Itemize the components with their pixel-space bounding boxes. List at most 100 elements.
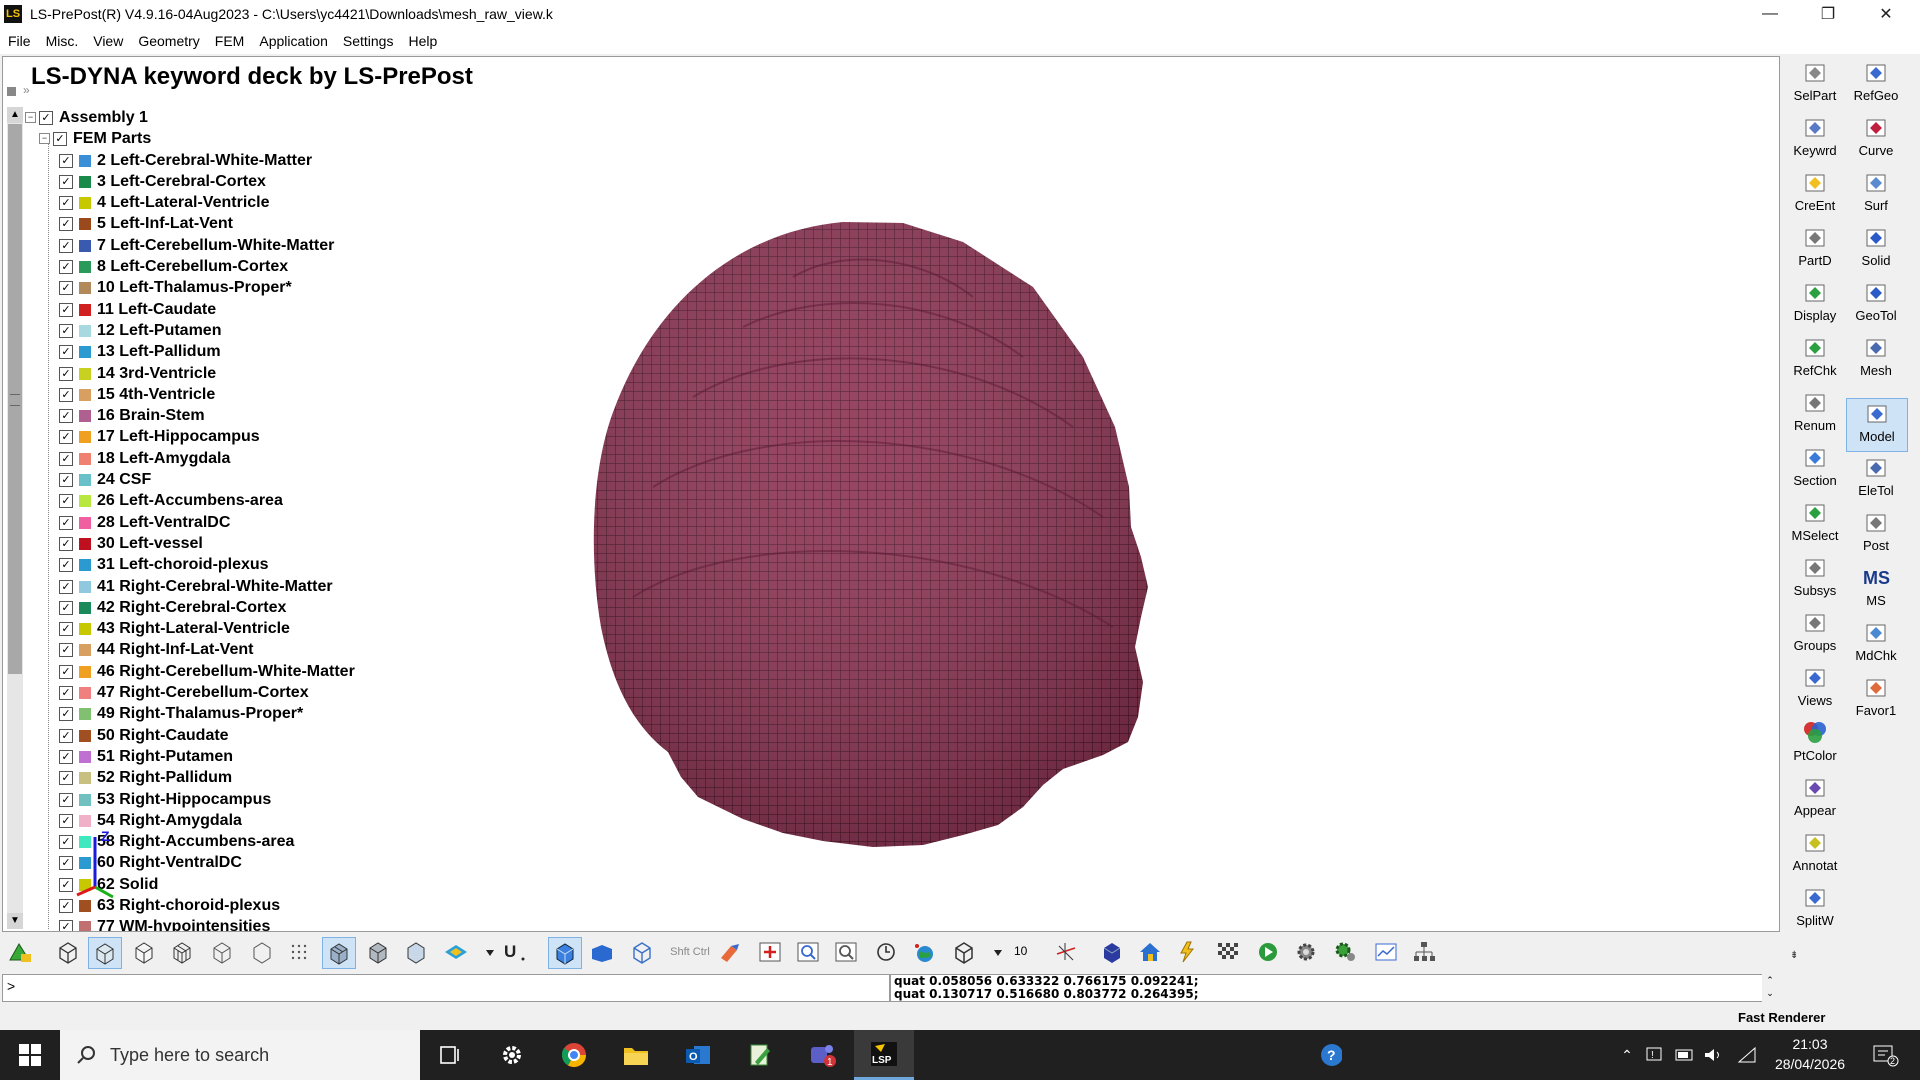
menu-fem[interactable]: FEM bbox=[207, 33, 252, 49]
tree-item-part[interactable]: ✓ 2 Left-Cerebral-White-Matter bbox=[59, 150, 312, 171]
scroll-up-arrow-icon[interactable]: ▲ bbox=[7, 107, 23, 123]
part-color-swatch[interactable] bbox=[79, 559, 91, 572]
solid-mesh-cube-icon[interactable] bbox=[362, 937, 394, 967]
part-color-swatch[interactable] bbox=[79, 708, 91, 721]
render-style-icon[interactable] bbox=[4, 937, 36, 967]
chrome-app[interactable] bbox=[544, 1030, 604, 1080]
green-gear-icon[interactable] bbox=[1330, 937, 1362, 967]
hidden-line-cube-icon[interactable] bbox=[128, 937, 160, 967]
part-color-swatch[interactable] bbox=[79, 601, 91, 614]
visibility-checkbox[interactable]: ✓ bbox=[59, 430, 73, 445]
tool-creent-button[interactable]: CreEnt bbox=[1785, 168, 1845, 220]
wire-box-icon[interactable] bbox=[626, 937, 658, 967]
blue-box-icon[interactable] bbox=[586, 937, 618, 967]
point-cloud-icon[interactable] bbox=[284, 937, 316, 967]
part-color-swatch[interactable] bbox=[79, 175, 91, 188]
menu-view[interactable]: View bbox=[85, 33, 130, 49]
visibility-checkbox[interactable]: ✓ bbox=[59, 536, 73, 551]
tree-item-part[interactable]: ✓ 7 Left-Cerebellum-White-Matter bbox=[59, 235, 334, 256]
tree-item-part[interactable]: ✓ 53 Right-Hippocampus bbox=[59, 789, 271, 810]
lsprepost-app[interactable]: LSP bbox=[854, 1030, 914, 1080]
command-input[interactable]: > bbox=[2, 974, 890, 1002]
tree-expander-icon[interactable]: − bbox=[39, 133, 50, 144]
tree-item-part[interactable]: ✓ 14 3rd-Ventricle bbox=[59, 363, 216, 384]
wireframe-cube-icon[interactable] bbox=[52, 937, 84, 967]
editor-app[interactable] bbox=[730, 1030, 790, 1080]
tool-annotat-button[interactable]: Annotat bbox=[1785, 828, 1845, 880]
visibility-checkbox[interactable]: ✓ bbox=[59, 707, 73, 722]
expand-arrows-icon[interactable]: » bbox=[23, 83, 30, 97]
tree-item-part[interactable]: ✓ 77 WM-hypointensities bbox=[59, 917, 270, 931]
part-color-swatch[interactable] bbox=[79, 665, 91, 678]
part-color-swatch[interactable] bbox=[79, 495, 91, 508]
visibility-checkbox[interactable]: ✓ bbox=[59, 622, 73, 637]
tool-splitw-button[interactable]: SplitW bbox=[1785, 883, 1845, 935]
visibility-checkbox[interactable]: ✓ bbox=[59, 579, 73, 594]
battery-icon[interactable] bbox=[1674, 1044, 1696, 1066]
globe-icon[interactable] bbox=[908, 937, 940, 967]
tree-item-part[interactable]: ✓ 11 Left-Caudate bbox=[59, 299, 216, 320]
part-color-swatch[interactable] bbox=[79, 814, 91, 827]
scroll-thumb[interactable] bbox=[8, 124, 22, 674]
part-color-swatch[interactable] bbox=[79, 644, 91, 657]
visibility-checkbox[interactable]: ✓ bbox=[59, 387, 73, 402]
tool-views-button[interactable]: Views bbox=[1785, 663, 1845, 715]
tree-item-part[interactable]: ✓ 46 Right-Cerebellum-White-Matter bbox=[59, 661, 355, 682]
tool-post-button[interactable]: Post bbox=[1846, 508, 1906, 560]
part-color-swatch[interactable] bbox=[79, 516, 91, 529]
feature-cube-icon[interactable] bbox=[246, 937, 278, 967]
visibility-checkbox[interactable]: ✓ bbox=[59, 920, 73, 931]
part-color-swatch[interactable] bbox=[79, 431, 91, 444]
tree-scrollbar[interactable]: ▲ ▼ bbox=[7, 107, 23, 929]
task-view-button[interactable] bbox=[420, 1030, 480, 1080]
tree-item-part[interactable]: ✓ 30 Left-vessel bbox=[59, 533, 203, 554]
part-tree[interactable]: − ✓ Assembly 1− ✓ FEM Parts ✓ 2 Left-Cerebral-… bbox=[25, 105, 545, 931]
taskbar-search-box[interactable]: Type here to search bbox=[60, 1030, 420, 1080]
tool-partd-button[interactable]: PartD bbox=[1785, 223, 1845, 275]
tool-solid-button[interactable]: Solid bbox=[1846, 223, 1906, 275]
tree-item-part[interactable]: ✓ 16 Brain-Stem bbox=[59, 406, 205, 427]
menu-misc[interactable]: Misc. bbox=[38, 33, 86, 49]
mesh-cube-icon[interactable] bbox=[166, 937, 198, 967]
tree-item-part[interactable]: ✓ 5 Left-Inf-Lat-Vent bbox=[59, 214, 233, 235]
tree-expander-icon[interactable]: − bbox=[25, 112, 36, 123]
tree-item-part[interactable]: ✓ 28 Left-VentralDC bbox=[59, 512, 230, 533]
tree-item-part[interactable]: ✓ 4 Left-Lateral-Ventricle bbox=[59, 193, 270, 214]
tree-item-part[interactable]: ✓ 18 Left-Amygdala bbox=[59, 448, 230, 469]
hierarchy-icon[interactable] bbox=[1408, 937, 1440, 967]
collapse-toolbar-icon[interactable]: ⇟ bbox=[1790, 950, 1798, 961]
part-color-swatch[interactable] bbox=[79, 367, 91, 380]
visibility-checkbox[interactable]: ✓ bbox=[59, 238, 73, 253]
mesh-model[interactable] bbox=[543, 157, 1243, 917]
visibility-checkbox[interactable]: ✓ bbox=[59, 664, 73, 679]
message-scroll-arrows-icon[interactable]: ⌃ ⌄ bbox=[1762, 974, 1778, 1002]
part-color-swatch[interactable] bbox=[79, 452, 91, 465]
tree-item-part[interactable]: ✓ 42 Right-Cerebral-Cortex bbox=[59, 597, 286, 618]
visibility-checkbox[interactable]: ✓ bbox=[59, 515, 73, 530]
tool-favor1-button[interactable]: Favor1 bbox=[1846, 673, 1906, 725]
graph-icon[interactable] bbox=[1370, 937, 1402, 967]
dark-cube-icon[interactable] bbox=[1096, 937, 1128, 967]
tool-model-button[interactable]: Model bbox=[1846, 398, 1908, 452]
tool-mselect-button[interactable]: MSelect bbox=[1785, 498, 1845, 550]
tree-item-part[interactable]: ✓ 15 4th-Ventricle bbox=[59, 384, 215, 405]
visibility-checkbox[interactable]: ✓ bbox=[59, 473, 73, 487]
visibility-checkbox[interactable]: ✓ bbox=[59, 217, 73, 232]
part-color-swatch[interactable] bbox=[79, 324, 91, 337]
visibility-checkbox[interactable]: ✓ bbox=[59, 749, 73, 764]
part-color-swatch[interactable] bbox=[79, 623, 91, 636]
chevron-up-icon[interactable]: ⌃ bbox=[1616, 1044, 1638, 1066]
menu-file[interactable]: File bbox=[0, 33, 38, 49]
outlook-app[interactable]: O bbox=[668, 1030, 728, 1080]
tool-renum-button[interactable]: Renum bbox=[1785, 388, 1845, 440]
tree-item-part[interactable]: ✓ 12 Left-Putamen bbox=[59, 320, 221, 341]
part-color-swatch[interactable] bbox=[79, 410, 91, 423]
zoom-window-icon[interactable] bbox=[792, 937, 824, 967]
tree-item-part[interactable]: ✓ 17 Left-Hippocampus bbox=[59, 427, 260, 448]
tool-mdchk-button[interactable]: MdChk bbox=[1846, 618, 1906, 670]
panel-menu-icon[interactable] bbox=[7, 87, 16, 96]
axis-icon[interactable] bbox=[1050, 937, 1082, 967]
tool-appear-button[interactable]: Appear bbox=[1785, 773, 1845, 825]
tool-refchk-button[interactable]: RefChk bbox=[1785, 333, 1845, 385]
part-color-swatch[interactable] bbox=[79, 346, 91, 359]
